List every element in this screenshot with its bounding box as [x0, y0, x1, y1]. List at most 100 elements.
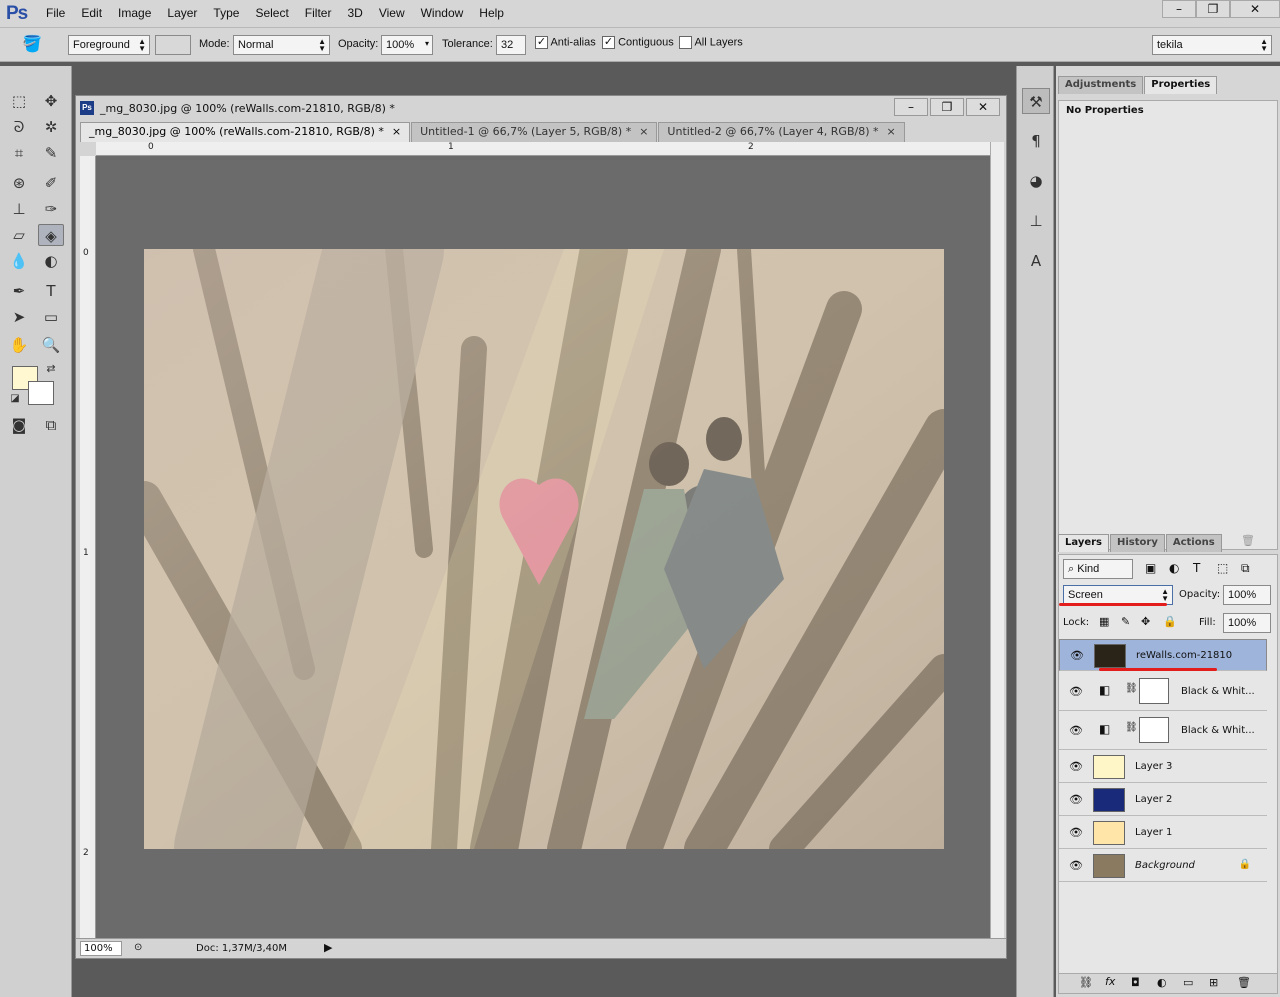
default-colors-icon[interactable]: ◪ [2, 388, 28, 410]
restore-button[interactable]: ❐ [1196, 0, 1230, 18]
contiguous-checkbox[interactable]: ✓ [602, 36, 615, 49]
fill-source-select[interactable]: Foreground ▲ ▼ [68, 35, 150, 55]
document-tab[interactable]: Untitled-2 @ 66,7% (Layer 4, RGB/8) * × [658, 122, 905, 142]
filter-adjustment-icon[interactable]: ◐ [1169, 561, 1179, 575]
visibility-eye-icon[interactable]: 👁 [1070, 649, 1084, 662]
menu-select[interactable]: Select [247, 6, 296, 20]
layer-row[interactable]: 👁 Layer 2 [1059, 784, 1267, 816]
clone-source-icon[interactable]: ⊥ [1022, 208, 1050, 234]
type-tool-icon[interactable]: T [38, 280, 64, 302]
layer-row[interactable]: 👁 Layer 3 [1059, 751, 1267, 783]
layer-row[interactable]: 👁 ◧ ⛓ Black & Whit... [1059, 673, 1267, 711]
menu-3d[interactable]: 3D [339, 6, 370, 20]
doc-minimize-button[interactable]: – [894, 98, 928, 116]
tab-history[interactable]: History [1110, 534, 1165, 552]
tab-actions[interactable]: Actions [1165, 534, 1222, 552]
close-tab-icon[interactable]: × [392, 125, 401, 138]
trash-icon[interactable]: 🗑 [1241, 534, 1255, 547]
link-icon[interactable]: ⛓ [1125, 683, 1138, 694]
menu-window[interactable]: Window [413, 6, 472, 20]
menu-type[interactable]: Type [205, 6, 247, 20]
document-tab[interactable]: Untitled-1 @ 66,7% (Layer 5, RGB/8) * × [411, 122, 658, 142]
menu-filter[interactable]: Filter [297, 6, 340, 20]
layer-row[interactable]: 👁 ◧ ⛓ Black & Whit... [1059, 712, 1267, 750]
quick-mask-icon[interactable]: ◙ [6, 414, 32, 436]
link-layers-icon[interactable]: ⛓ [1079, 976, 1093, 989]
dodge-tool-icon[interactable]: ◐ [38, 250, 64, 272]
path-select-tool-icon[interactable]: ➤ [6, 306, 32, 328]
eraser-tool-icon[interactable]: ▱ [6, 224, 32, 246]
background-color-swatch[interactable] [28, 381, 54, 405]
mode-select[interactable]: Normal ▲ ▼ [233, 35, 330, 55]
contiguous-option[interactable]: ✓ Contiguous [602, 36, 674, 56]
lock-paint-icon[interactable]: ✎ [1121, 615, 1130, 628]
screen-mode-icon[interactable]: ⧉ [38, 414, 64, 436]
minimize-button[interactable]: – [1162, 0, 1196, 18]
canvas-image[interactable] [144, 249, 944, 849]
brush-tool-icon[interactable]: ✐ [38, 172, 64, 194]
close-button[interactable]: ✕ [1230, 0, 1280, 18]
new-adjustment-icon[interactable]: ◐ [1157, 976, 1167, 989]
marquee-tool-icon[interactable]: ⬚ [6, 90, 32, 112]
delete-layer-icon[interactable]: 🗑 [1237, 976, 1251, 989]
menu-help[interactable]: Help [471, 6, 512, 20]
opacity-input[interactable]: 100% ▾ [381, 35, 433, 55]
pattern-picker[interactable] [155, 35, 191, 55]
paint-bucket-icon[interactable]: 🪣 [22, 34, 42, 54]
history-brush-tool-icon[interactable]: ✑ [38, 198, 64, 220]
status-arrow-icon[interactable]: ▶ [324, 941, 332, 954]
spot-heal-tool-icon[interactable]: ⊛ [6, 172, 32, 194]
all-layers-checkbox[interactable] [679, 36, 692, 49]
doc-restore-button[interactable]: ❐ [930, 98, 964, 116]
vertical-scrollbar[interactable] [990, 142, 1004, 938]
filter-pixel-icon[interactable]: ▣ [1145, 561, 1156, 575]
lock-position-icon[interactable]: ✥ [1141, 615, 1150, 628]
antialias-option[interactable]: ✓ Anti-alias [535, 36, 596, 56]
menu-image[interactable]: Image [110, 6, 159, 20]
add-mask-icon[interactable]: ◘ [1131, 976, 1140, 989]
crop-tool-icon[interactable]: ⌗ [6, 142, 32, 164]
pen-tool-icon[interactable]: ✒ [6, 280, 32, 302]
character-icon[interactable]: A [1022, 248, 1050, 274]
dropdown-arrow-icon[interactable]: ▾ [425, 40, 429, 48]
fx-icon[interactable]: fx [1105, 975, 1115, 988]
menu-view[interactable]: View [371, 6, 413, 20]
tab-properties[interactable]: Properties [1144, 76, 1218, 94]
layer-row[interactable]: 👁 Background 🔒 [1059, 850, 1267, 882]
menu-file[interactable]: File [38, 6, 73, 20]
antialias-checkbox[interactable]: ✓ [535, 36, 548, 49]
lock-transparent-icon[interactable]: ▦ [1099, 615, 1109, 628]
move-tool-icon[interactable]: ✥ [38, 90, 64, 112]
layer-row[interactable]: 👁 reWalls.com-21810 [1059, 639, 1267, 671]
color-wheel-icon[interactable]: ◕ [1022, 168, 1050, 194]
close-tab-icon[interactable]: × [887, 125, 896, 138]
rectangle-tool-icon[interactable]: ▭ [38, 306, 64, 328]
layer-row[interactable]: 👁 Layer 1 [1059, 817, 1267, 849]
fill-input[interactable]: 100% [1223, 613, 1271, 633]
visibility-eye-icon[interactable]: 👁 [1069, 859, 1083, 872]
visibility-eye-icon[interactable]: 👁 [1069, 685, 1083, 698]
kind-filter-select[interactable]: ⌕ Kind [1063, 559, 1133, 579]
eyedropper-tool-icon[interactable]: ✎ [38, 142, 64, 164]
status-icon[interactable]: ⊙ [134, 942, 142, 953]
doc-close-button[interactable]: ✕ [966, 98, 1000, 116]
new-layer-icon[interactable]: ⊞ [1209, 976, 1218, 989]
tab-adjustments[interactable]: Adjustments [1058, 76, 1144, 94]
paragraph-icon[interactable]: ¶ [1022, 128, 1050, 154]
stamp-tool-icon[interactable]: ⊥ [6, 198, 32, 220]
lasso-tool-icon[interactable]: ᘐ [6, 116, 32, 138]
canvas-area[interactable] [96, 156, 990, 938]
document-tab[interactable]: _mg_8030.jpg @ 100% (reWalls.com-21810, … [80, 122, 411, 142]
tab-layers[interactable]: Layers [1058, 534, 1109, 552]
menu-edit[interactable]: Edit [73, 6, 110, 20]
filter-smart-icon[interactable]: ⧉ [1241, 561, 1250, 576]
magic-wand-tool-icon[interactable]: ✲ [38, 116, 64, 138]
filter-type-icon[interactable]: T [1193, 561, 1200, 575]
lock-all-icon[interactable]: 🔒 [1163, 615, 1177, 628]
layer-opacity-input[interactable]: 100% [1223, 585, 1271, 605]
paint-bucket-tool-icon[interactable]: ◈ [38, 224, 64, 246]
zoom-tool-icon[interactable]: 🔍 [38, 334, 64, 356]
blur-tool-icon[interactable]: 💧 [6, 250, 32, 272]
tolerance-input[interactable]: 32 [496, 35, 526, 55]
visibility-eye-icon[interactable]: 👁 [1069, 793, 1083, 806]
